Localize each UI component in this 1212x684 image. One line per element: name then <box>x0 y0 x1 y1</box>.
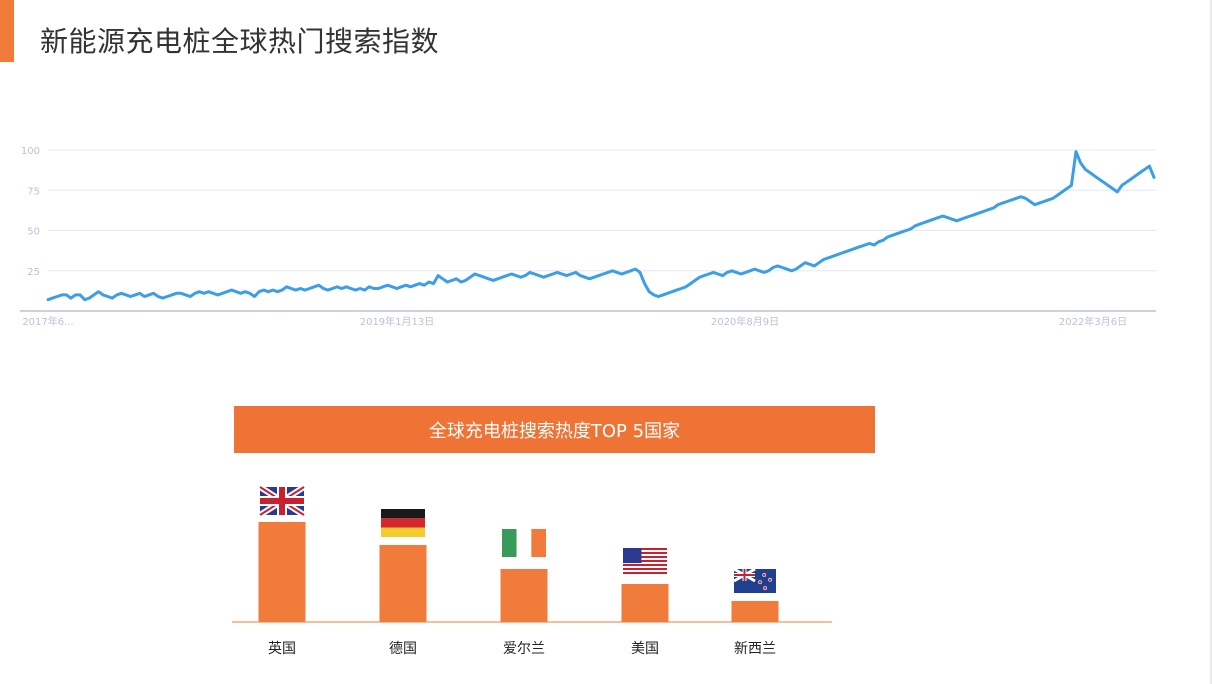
bar <box>258 522 306 622</box>
title-accent-bar <box>0 0 14 62</box>
category-label: 爱尔兰 <box>503 641 545 657</box>
search-index-line <box>46 150 1156 302</box>
germany-flag-icon <box>381 509 425 537</box>
x-tick-label: 2020年8月9日 <box>711 315 779 328</box>
bar <box>500 569 548 622</box>
x-tick-label: 2019年1月13日 <box>360 315 435 328</box>
category-label: 美国 <box>631 641 659 657</box>
trend-line-chart: 25 50 75 100 2017年6... 2019年1月13日 2020年8月9日 202… <box>20 146 1156 328</box>
y-tick-label: 25 <box>27 267 40 278</box>
new-zealand-flag-icon <box>733 567 776 593</box>
y-tick-label: 100 <box>21 146 40 157</box>
category-label: 新西兰 <box>734 641 776 657</box>
x-tick-label: 2022年3月6日 <box>1059 315 1127 328</box>
category-label: 德国 <box>389 641 417 657</box>
bar <box>731 601 779 622</box>
bar <box>379 545 427 622</box>
x-tick-label: 2017年6... <box>22 315 73 328</box>
top5-banner: 全球充电桩搜索热度TOP 5国家 <box>234 406 875 453</box>
y-tick-label: 50 <box>27 227 40 238</box>
category-label: 英国 <box>268 640 296 657</box>
top5-bar-chart: 英国 德国 爱尔兰 美国 新西兰 <box>232 484 832 657</box>
y-tick-label: 75 <box>27 186 40 197</box>
bar <box>621 584 669 622</box>
ireland-flag-icon <box>502 529 546 557</box>
page-title: 新能源充电桩全球热门搜索指数 <box>40 25 440 58</box>
uk-flag-icon <box>258 484 306 518</box>
top5-banner-title: 全球充电桩搜索热度TOP 5国家 <box>428 420 681 442</box>
usa-flag-icon <box>623 548 667 576</box>
